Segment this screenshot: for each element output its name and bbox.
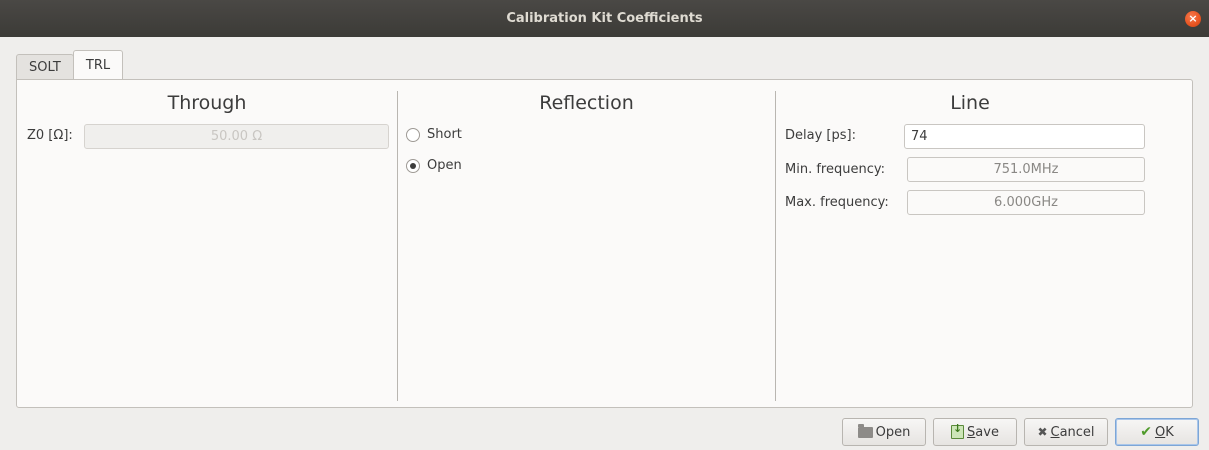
min-frequency-label: Min. frequency: — [785, 162, 885, 177]
cancel-button[interactable]: ✖ Cancel — [1024, 418, 1108, 446]
short-radio[interactable]: Short — [406, 127, 462, 142]
tab-trl[interactable]: TRL — [72, 50, 124, 79]
z0-label: Z0 [Ω]: — [27, 128, 73, 143]
open-button-label: Open — [875, 424, 911, 440]
max-frequency-label: Max. frequency: — [785, 195, 889, 210]
open-radio[interactable]: Open — [406, 158, 462, 173]
delay-label: Delay [ps]: — [785, 128, 856, 143]
z0-input[interactable]: 50.00 Ω — [84, 124, 389, 149]
ok-button-label: OK — [1154, 424, 1174, 440]
min-frequency-input[interactable]: 751.0MHz — [907, 157, 1145, 182]
tab-bar: SOLT TRL — [16, 50, 124, 79]
close-icon[interactable]: × — [1185, 11, 1201, 27]
reflection-title: Reflection — [539, 92, 634, 114]
through-title: Through — [167, 92, 247, 114]
save-button-label: Save — [967, 424, 999, 440]
window-title: Calibration Kit Coefficients — [506, 11, 703, 26]
tab-solt[interactable]: SOLT — [16, 54, 74, 79]
reflection-section: Reflection Short Open — [398, 80, 775, 407]
checkmark-icon: ✔ — [1140, 424, 1152, 440]
dialog-window: Calibration Kit Coefficients × SOLT TRL … — [0, 0, 1209, 450]
cancel-x-icon: ✖ — [1037, 425, 1048, 439]
radio-unchecked-icon — [406, 127, 420, 142]
max-frequency-input[interactable]: 6.000GHz — [907, 190, 1145, 215]
open-button[interactable]: Open — [842, 418, 926, 446]
open-label: Open — [427, 158, 462, 173]
title-bar[interactable]: Calibration Kit Coefficients × — [0, 0, 1209, 37]
short-label: Short — [427, 127, 462, 142]
radio-checked-icon — [406, 158, 420, 173]
line-title: Line — [950, 92, 990, 114]
line-section: Line Delay [ps]: 74 Min. frequency: 751.… — [776, 80, 1192, 407]
save-button[interactable]: Save — [933, 418, 1017, 446]
save-icon — [951, 423, 965, 439]
through-section: Through Z0 [Ω]: 50.00 Ω — [17, 80, 397, 407]
cancel-button-label: Cancel — [1050, 424, 1095, 440]
trl-panel: Through Z0 [Ω]: 50.00 Ω Reflection Short… — [16, 79, 1193, 408]
ok-button[interactable]: ✔ OK — [1115, 418, 1199, 446]
delay-input[interactable]: 74 — [904, 124, 1145, 149]
folder-icon — [857, 423, 873, 438]
